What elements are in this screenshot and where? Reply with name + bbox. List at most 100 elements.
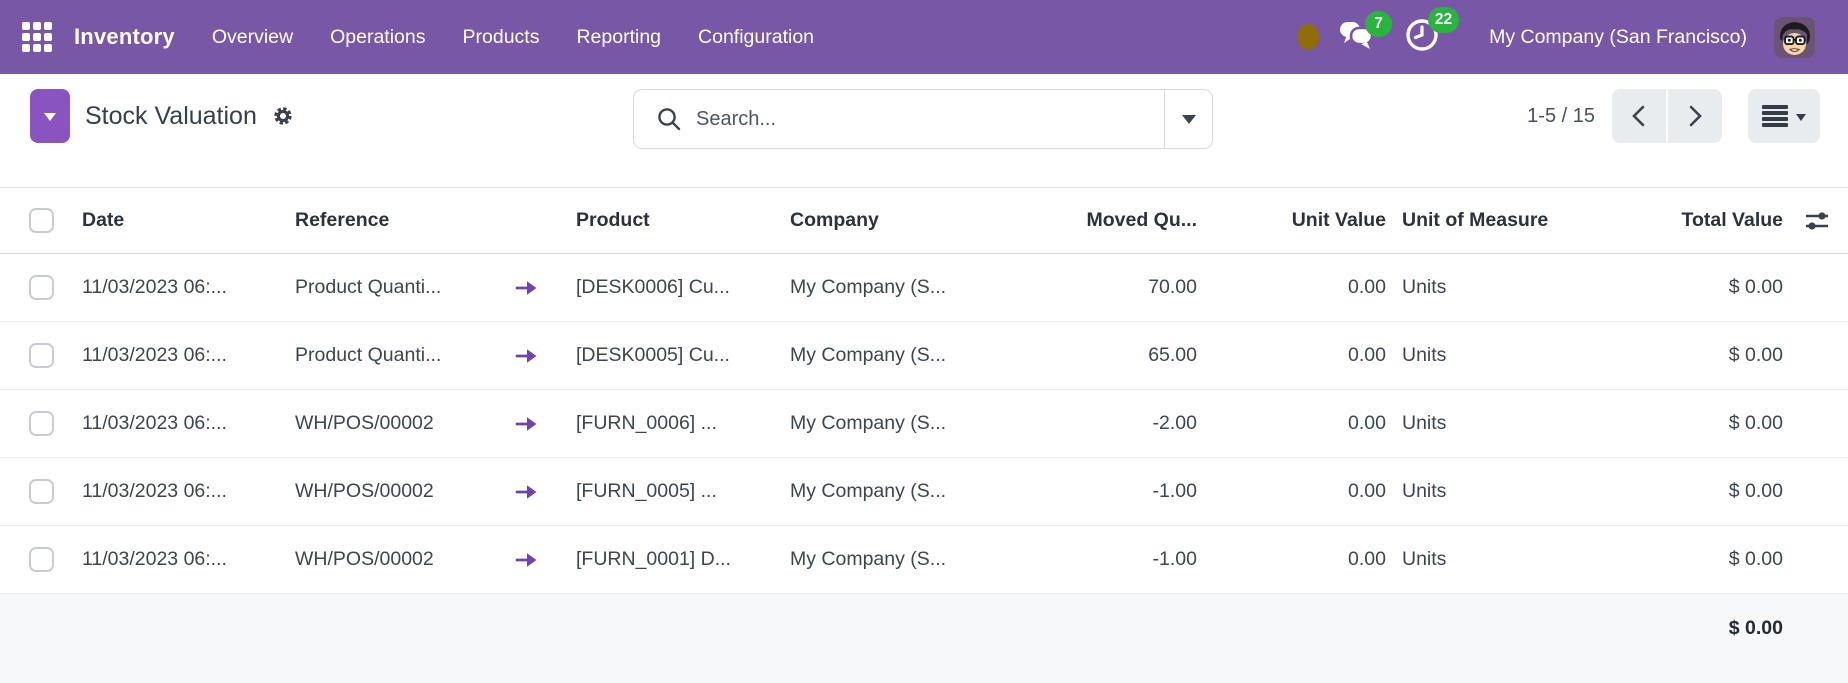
- cell-reference: WH/POS/00002: [279, 548, 494, 571]
- cell-date: 11/03/2023 06:...: [66, 412, 279, 435]
- cell-product: [DESK0006] Cu...: [560, 276, 774, 299]
- table-row[interactable]: 11/03/2023 06:... Product Quanti... [DES…: [0, 322, 1848, 390]
- cell-date: 11/03/2023 06:...: [66, 276, 279, 299]
- cell-date: 11/03/2023 06:...: [66, 344, 279, 367]
- cell-product: [FURN_0005] ...: [560, 480, 774, 503]
- menu-configuration[interactable]: Configuration: [698, 26, 814, 49]
- cell-moved-quantity: -1.00: [974, 480, 1197, 503]
- row-checkbox[interactable]: [29, 275, 54, 300]
- chevron-left-icon: [1628, 104, 1650, 128]
- cell-unit-value: 0.00: [1197, 480, 1386, 503]
- search-input[interactable]: [696, 108, 1164, 131]
- cell-total-value: $ 0.00: [1586, 480, 1786, 503]
- caret-down-icon: [1182, 115, 1196, 131]
- activities-badge: 22: [1428, 7, 1459, 33]
- header-moved-quantity[interactable]: Moved Qu...: [974, 209, 1197, 232]
- cell-date: 11/03/2023 06:...: [66, 480, 279, 503]
- page-title: Stock Valuation: [85, 102, 257, 131]
- menu-products[interactable]: Products: [463, 26, 540, 49]
- navbar-systray: 7 22 My Company (San Francisco): [1297, 16, 1815, 58]
- cell-moved-quantity: -1.00: [974, 548, 1197, 571]
- header-reference[interactable]: Reference: [279, 209, 494, 232]
- cell-company: My Company (S...: [774, 548, 974, 571]
- arrow-right-icon: [514, 550, 540, 570]
- header-unit-of-measure[interactable]: Unit of Measure: [1386, 209, 1586, 232]
- top-navbar: Inventory Overview Operations Products R…: [0, 0, 1848, 74]
- cell-reference: WH/POS/00002: [279, 480, 494, 503]
- actions-toggle-button[interactable]: [30, 89, 70, 143]
- cell-date: 11/03/2023 06:...: [66, 548, 279, 571]
- avatar-image-icon: [1774, 17, 1815, 58]
- cell-unit-of-measure: Units: [1386, 548, 1586, 571]
- row-checkbox[interactable]: [29, 479, 54, 504]
- cell-product: [DESK0005] Cu...: [560, 344, 774, 367]
- pager-value: 1-5 / 15: [1527, 105, 1595, 128]
- activities-button[interactable]: 22: [1404, 16, 1441, 58]
- cell-unit-value: 0.00: [1197, 412, 1386, 435]
- caret-down-icon: [44, 113, 56, 127]
- cell-moved-quantity: 70.00: [974, 276, 1197, 299]
- arrow-right-icon: [514, 482, 540, 502]
- table-row[interactable]: 11/03/2023 06:... WH/POS/00002 [FURN_000…: [0, 526, 1848, 594]
- cell-total-value: $ 0.00: [1586, 412, 1786, 435]
- stock-valuation-list: Date Reference Product Company Moved Qu.…: [0, 187, 1848, 683]
- user-avatar[interactable]: [1774, 17, 1815, 58]
- footer-total-value: $ 0.00: [1586, 617, 1786, 640]
- gear-icon[interactable]: [272, 105, 294, 127]
- menu-operations[interactable]: Operations: [330, 26, 425, 49]
- view-switcher-button[interactable]: [1748, 89, 1820, 143]
- header-date[interactable]: Date: [66, 209, 279, 232]
- header-product[interactable]: Product: [560, 209, 774, 232]
- table-row[interactable]: 11/03/2023 06:... Product Quanti... [DES…: [0, 254, 1848, 322]
- row-checkbox[interactable]: [29, 411, 54, 436]
- messages-badge: 7: [1365, 11, 1392, 37]
- cell-unit-of-measure: Units: [1386, 412, 1586, 435]
- cell-moved-quantity: 65.00: [974, 344, 1197, 367]
- cell-unit-of-measure: Units: [1386, 276, 1586, 299]
- header-unit-value[interactable]: Unit Value: [1197, 209, 1386, 232]
- optional-columns-icon[interactable]: [1803, 209, 1831, 233]
- cell-company: My Company (S...: [774, 480, 974, 503]
- list-view-icon: [1762, 105, 1788, 127]
- arrow-right-icon: [514, 346, 540, 366]
- table-header-row: Date Reference Product Company Moved Qu.…: [0, 187, 1848, 254]
- row-checkbox[interactable]: [29, 547, 54, 572]
- search-icon: [656, 106, 682, 132]
- company-switcher[interactable]: My Company (San Francisco): [1489, 26, 1747, 49]
- pager-next-button[interactable]: [1668, 89, 1722, 143]
- status-dot-icon: [1297, 24, 1319, 50]
- cell-unit-of-measure: Units: [1386, 480, 1586, 503]
- menu-reporting[interactable]: Reporting: [576, 26, 661, 49]
- table-footer: $ 0.00: [0, 594, 1848, 683]
- pager-previous-button[interactable]: [1612, 89, 1666, 143]
- search-bar: [633, 89, 1213, 149]
- menu-overview[interactable]: Overview: [212, 26, 293, 49]
- cell-unit-value: 0.00: [1197, 344, 1386, 367]
- navbar-menu: Overview Operations Products Reporting C…: [212, 26, 814, 49]
- cell-reference: Product Quanti...: [279, 344, 494, 367]
- cell-reference: Product Quanti...: [279, 276, 494, 299]
- header-company[interactable]: Company: [774, 209, 974, 232]
- row-checkbox[interactable]: [29, 343, 54, 368]
- messages-button[interactable]: 7: [1339, 20, 1374, 55]
- select-all-checkbox[interactable]: [29, 208, 54, 233]
- cell-company: My Company (S...: [774, 412, 974, 435]
- cell-unit-value: 0.00: [1197, 276, 1386, 299]
- table-row[interactable]: 11/03/2023 06:... WH/POS/00002 [FURN_000…: [0, 458, 1848, 526]
- chevron-right-icon: [1684, 104, 1706, 128]
- cell-moved-quantity: -2.00: [974, 412, 1197, 435]
- arrow-right-icon: [514, 278, 540, 298]
- header-total-value[interactable]: Total Value: [1586, 209, 1786, 232]
- cell-total-value: $ 0.00: [1586, 548, 1786, 571]
- control-panel: Stock Valuation 1-5 / 15: [0, 74, 1848, 158]
- search-filters-dropdown[interactable]: [1164, 90, 1212, 148]
- apps-menu-icon[interactable]: [22, 22, 52, 52]
- cell-unit-of-measure: Units: [1386, 344, 1586, 367]
- app-name[interactable]: Inventory: [74, 24, 175, 50]
- caret-down-icon: [1796, 114, 1806, 126]
- cell-product: [FURN_0006] ...: [560, 412, 774, 435]
- table-row[interactable]: 11/03/2023 06:... WH/POS/00002 [FURN_000…: [0, 390, 1848, 458]
- cell-total-value: $ 0.00: [1586, 276, 1786, 299]
- cell-reference: WH/POS/00002: [279, 412, 494, 435]
- cell-total-value: $ 0.00: [1586, 344, 1786, 367]
